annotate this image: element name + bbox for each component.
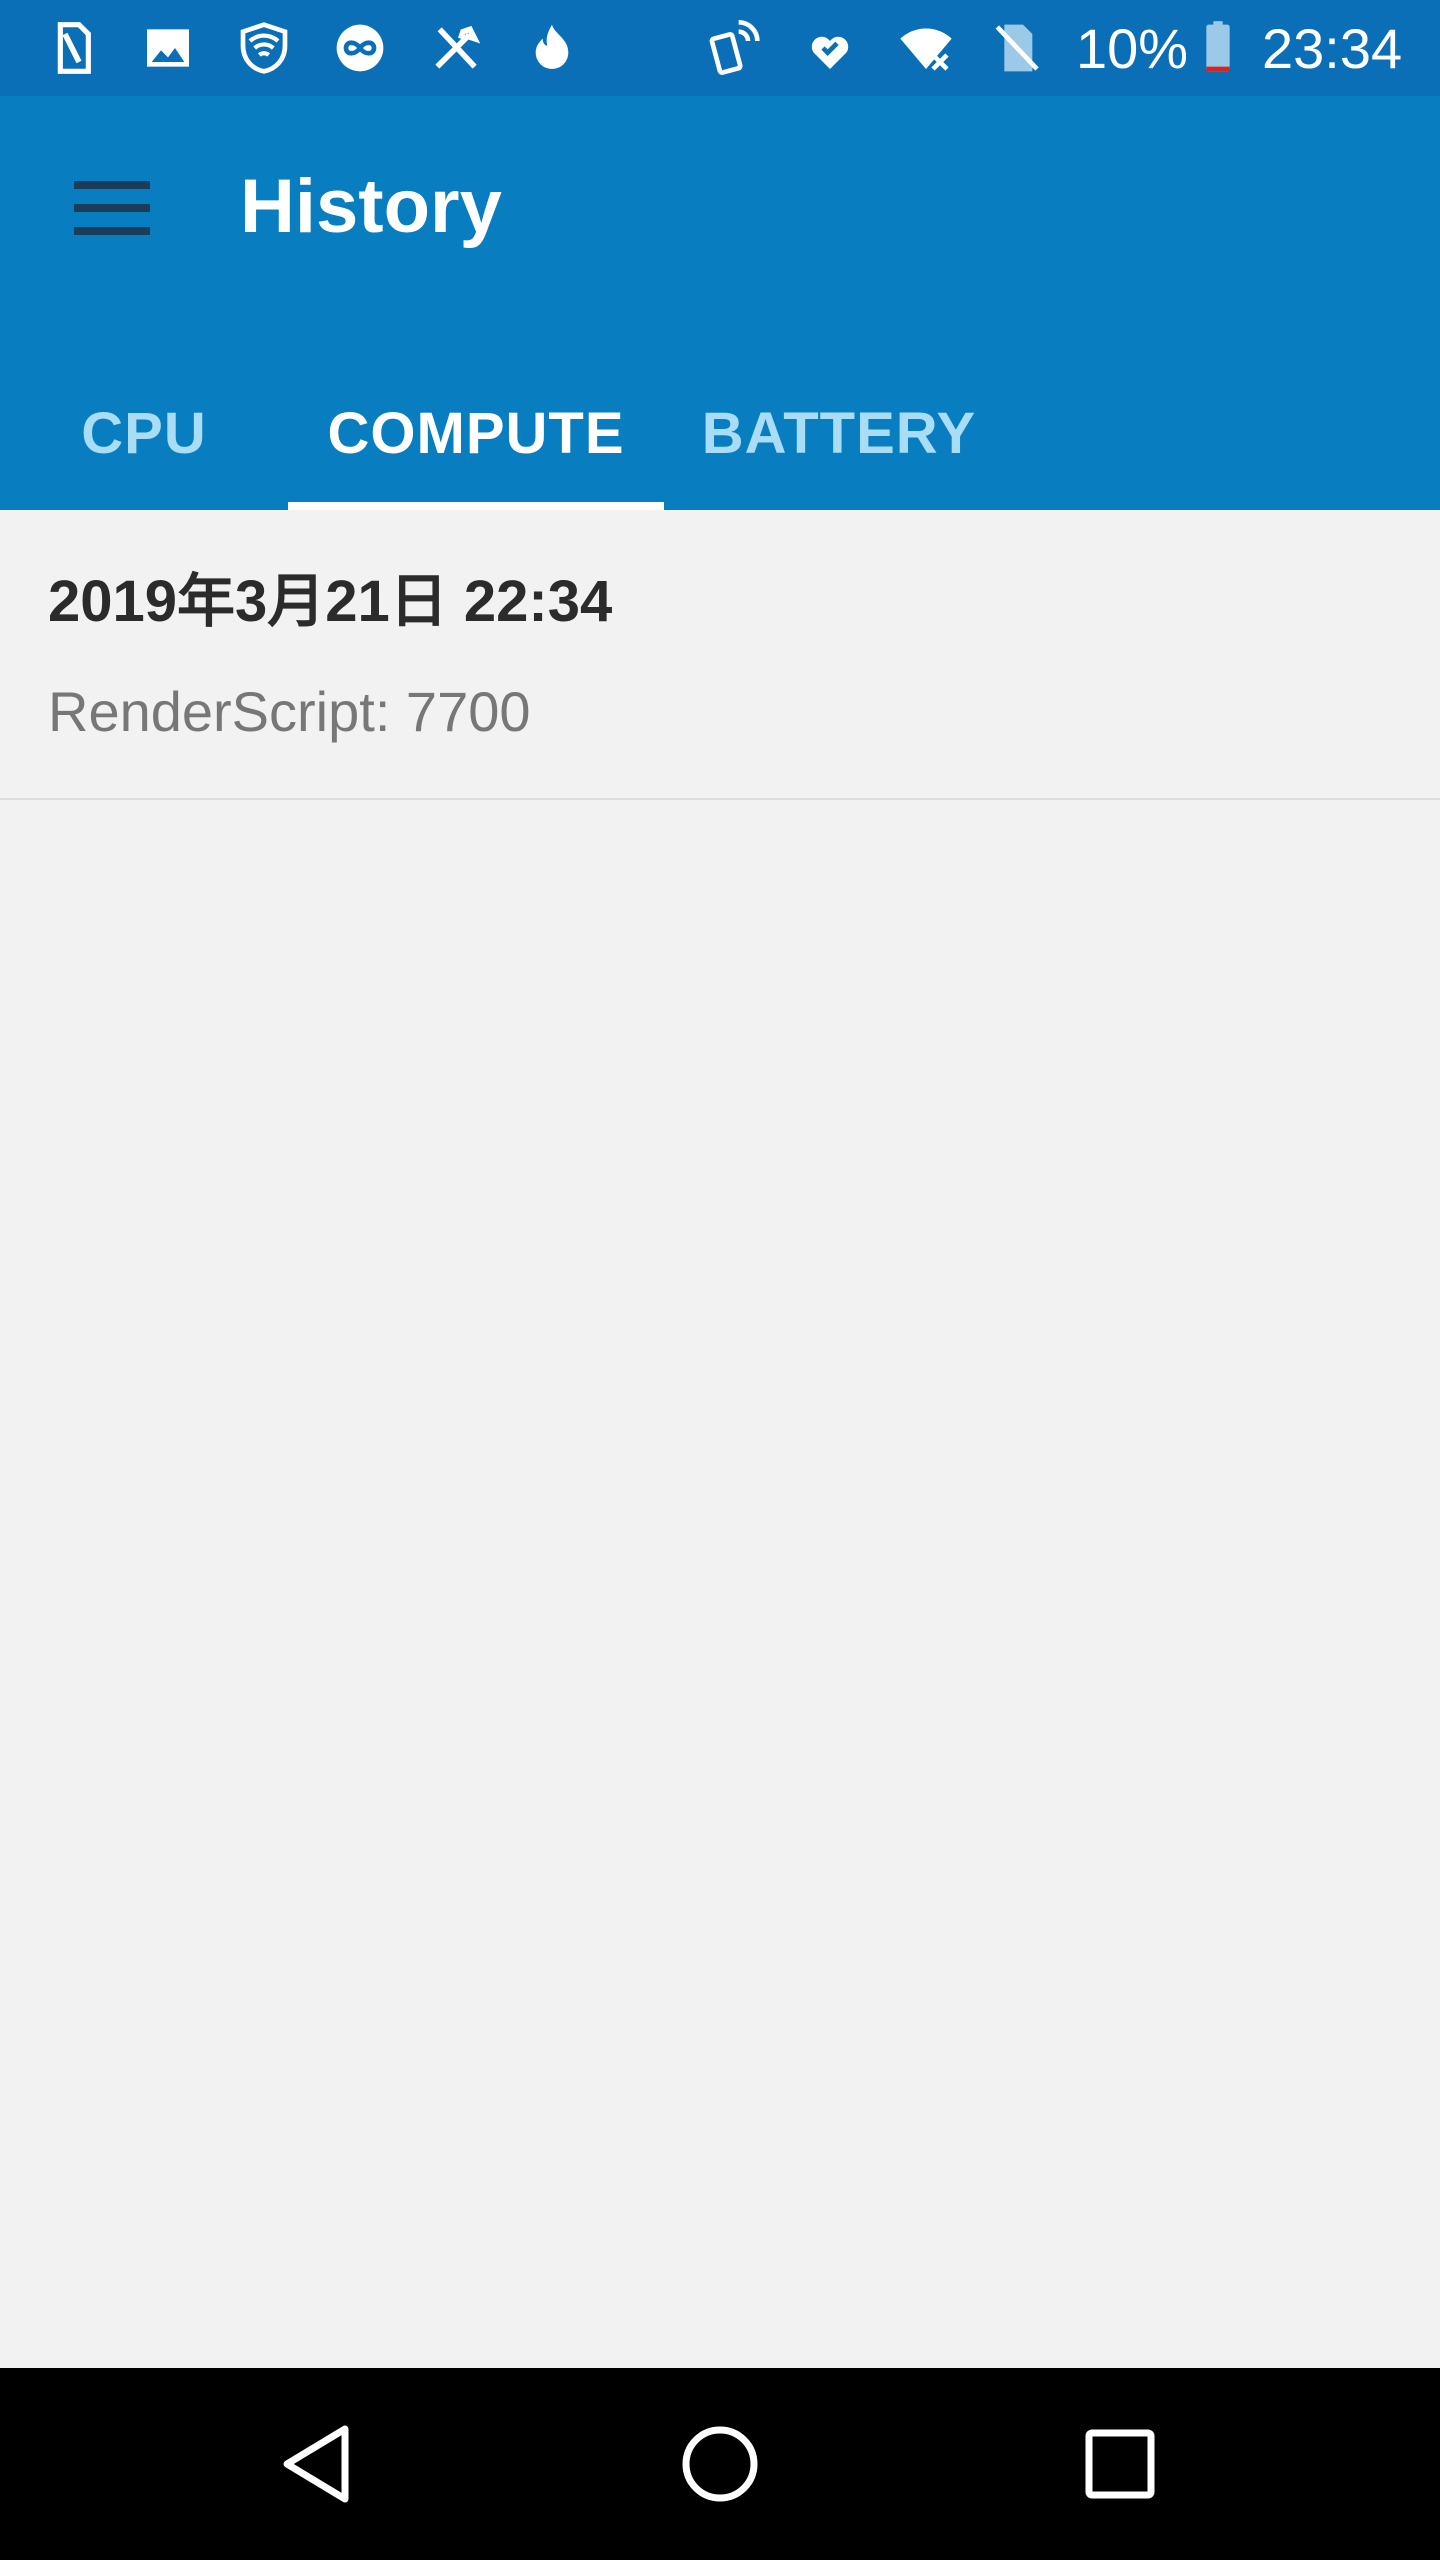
navigation-bar — [0, 2368, 1440, 2560]
tab-bar: CPU COMPUTE BATTERY — [0, 358, 1440, 510]
status-bar: 10% 23:34 — [0, 0, 1440, 96]
tab-cpu[interactable]: CPU — [48, 358, 240, 510]
battery-percent: 10% — [1076, 17, 1189, 80]
sim-card-icon — [42, 18, 102, 78]
menu-button[interactable] — [60, 156, 164, 260]
tab-battery[interactable]: BATTERY — [690, 358, 988, 510]
app-bar: History CPU COMPUTE BATTERY — [0, 96, 1440, 510]
flame-icon — [522, 18, 582, 78]
vpn-shield-icon — [234, 18, 294, 78]
battery-icon — [1188, 18, 1248, 78]
page-title: History — [240, 164, 502, 249]
tools-icon — [426, 18, 486, 78]
home-icon — [682, 2426, 758, 2502]
recents-button[interactable] — [1060, 2404, 1180, 2524]
history-date: 2019年3月21日 22:34 — [48, 569, 613, 634]
image-icon — [138, 18, 198, 78]
recents-icon — [1085, 2429, 1155, 2499]
history-list: 2019年3月21日 22:34 RenderScript: 7700 — [0, 512, 1440, 2368]
list-item[interactable]: 2019年3月21日 22:34 RenderScript: 7700 — [0, 512, 1440, 800]
back-button[interactable] — [260, 2404, 380, 2524]
infinity-icon — [330, 18, 390, 78]
back-icon — [283, 2425, 349, 2503]
tab-compute[interactable]: COMPUTE — [288, 358, 664, 510]
no-sim-icon — [986, 18, 1046, 78]
wifi-x-icon — [896, 18, 956, 78]
heart-shield-icon — [800, 18, 860, 78]
home-button[interactable] — [660, 2404, 780, 2524]
tab-indicator — [288, 502, 664, 510]
clock: 23:34 — [1262, 17, 1403, 80]
nfc-phone-icon — [704, 18, 764, 78]
hamburger-menu-icon — [74, 181, 150, 235]
history-score: RenderScript: 7700 — [48, 680, 531, 743]
